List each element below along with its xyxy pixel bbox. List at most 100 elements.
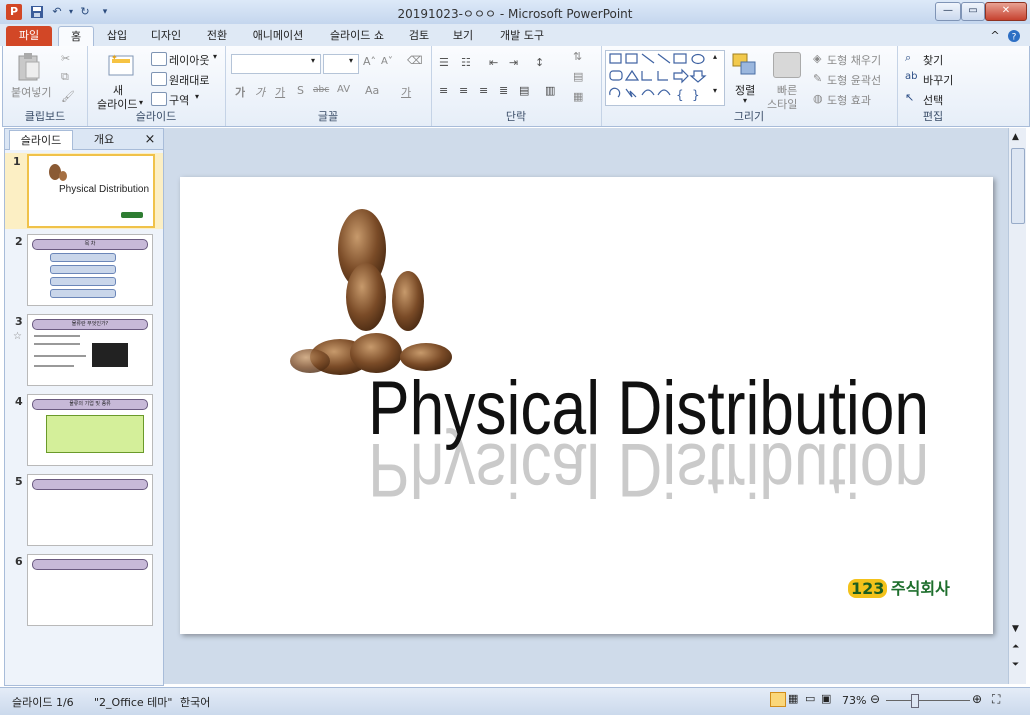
tab-home[interactable]: 홈 — [58, 26, 94, 47]
quick-styles-icon[interactable] — [773, 52, 801, 78]
slide-sorter-icon[interactable]: ▦ — [788, 692, 798, 705]
shapes-gallery[interactable]: {} — [605, 50, 725, 106]
fit-to-window-icon[interactable]: ⛶ — [992, 692, 1000, 707]
decrease-indent-icon[interactable]: ⇤ — [489, 56, 498, 69]
maximize-button[interactable]: ▭ — [961, 2, 985, 21]
help-icon[interactable]: ? — [1006, 26, 1022, 46]
replace-icon[interactable]: ab — [905, 71, 917, 82]
scroll-down-icon[interactable]: ▼ — [1012, 624, 1019, 634]
shape-fill-button[interactable]: 도형 채우기 — [827, 52, 881, 68]
columns-icon[interactable]: ▥ — [545, 84, 555, 97]
layout-button[interactable]: 레이아웃 — [169, 52, 209, 68]
arrange-dropdown-icon[interactable]: ▾ — [743, 96, 747, 105]
shape-outline-button[interactable]: 도형 윤곽선 — [827, 72, 881, 88]
clear-format-icon[interactable]: ⌫ — [407, 54, 423, 67]
shapes-scroll-up-icon[interactable]: ▴ — [713, 52, 717, 61]
zoom-out-icon[interactable]: ⊖ — [870, 692, 880, 706]
text-direction-icon[interactable]: ⇅ — [573, 50, 582, 63]
tab-slideshow[interactable]: 슬라이드 쇼 — [322, 26, 392, 46]
replace-button[interactable]: 바꾸기 — [923, 72, 953, 88]
new-slide-dropdown-icon[interactable]: ▾ — [139, 98, 143, 107]
format-painter-icon[interactable]: 🖌 — [61, 90, 75, 103]
tab-insert[interactable]: 삽입 — [100, 26, 134, 46]
new-slide-icon[interactable]: ✦ — [107, 52, 135, 81]
reading-view-icon[interactable]: ▭ — [805, 692, 815, 705]
slide-thumbnail-1[interactable]: Physical Distribution — [27, 154, 155, 228]
scroll-up-icon[interactable]: ▲ — [1012, 132, 1019, 142]
tab-view[interactable]: 보기 — [448, 26, 478, 46]
shrink-font-icon[interactable]: A˅ — [381, 56, 393, 67]
language-indicator[interactable]: 한국어 — [180, 694, 210, 710]
tab-slides-pane[interactable]: 슬라이드 — [9, 130, 73, 150]
next-slide-icon[interactable]: ⏷ — [1012, 660, 1019, 670]
select-button[interactable]: 선택 — [923, 92, 943, 108]
shape-outline-icon[interactable]: ✎ — [813, 72, 822, 85]
slide-thumbnail-4[interactable]: 물류의 기업 및 종류 — [27, 394, 153, 466]
slide-canvas[interactable]: Physical Distribution Physical Distribut… — [180, 177, 993, 634]
ribbon-collapse-icon[interactable]: ^ — [988, 26, 1002, 46]
slide-thumbnail-2[interactable]: 목 차 — [27, 234, 153, 306]
coffee-beans-image[interactable] — [280, 197, 480, 377]
vertical-scrollbar[interactable]: ▲ ▼ ⏶ ⏷ — [1008, 128, 1026, 684]
zoom-slider-thumb[interactable] — [911, 694, 919, 708]
distributed-icon[interactable]: ▤ — [519, 84, 529, 97]
zoom-slider-track[interactable] — [886, 700, 970, 701]
tab-design[interactable]: 디자인 — [146, 26, 186, 46]
close-pane-icon[interactable]: × — [143, 130, 157, 149]
slideshow-view-icon[interactable]: ▣ — [821, 692, 831, 705]
font-color-button[interactable]: 가 — [401, 84, 411, 100]
grow-font-icon[interactable]: A˄ — [363, 55, 376, 68]
shape-fill-icon[interactable]: ◈ — [813, 52, 821, 65]
bullets-icon[interactable]: ☰ — [439, 56, 449, 69]
paste-icon[interactable] — [17, 52, 41, 85]
tab-animations[interactable]: 애니메이션 — [246, 26, 310, 46]
bold-button[interactable]: 가 — [235, 84, 245, 100]
tab-file[interactable]: 파일 — [6, 26, 52, 46]
italic-button[interactable]: 가 — [255, 84, 265, 100]
cut-icon[interactable]: ✂ — [61, 52, 70, 65]
section-icon[interactable] — [151, 92, 167, 106]
find-button[interactable]: 찾기 — [923, 52, 943, 68]
numbering-icon[interactable]: ☷ — [461, 56, 471, 69]
slide-thumbnail-5[interactable] — [27, 474, 153, 546]
layout-dropdown-icon[interactable]: ▾ — [213, 52, 217, 61]
shape-effects-button[interactable]: 도형 효과 — [827, 92, 871, 108]
font-size-field[interactable] — [323, 54, 359, 74]
line-spacing-icon[interactable]: ↕ — [535, 56, 544, 69]
align-right-icon[interactable]: ≡ — [479, 84, 488, 97]
font-name-field[interactable] — [231, 54, 321, 74]
smartart-icon[interactable]: ▦ — [573, 90, 583, 103]
select-icon[interactable]: ↖ — [905, 91, 914, 104]
close-button[interactable]: ✕ — [985, 2, 1027, 21]
align-center-icon[interactable]: ≡ — [459, 84, 468, 97]
align-left-icon[interactable]: ≡ — [439, 84, 448, 97]
zoom-in-icon[interactable]: ⊕ — [972, 692, 982, 706]
align-text-icon[interactable]: ▤ — [573, 70, 583, 83]
underline-button[interactable]: 가 — [275, 84, 285, 100]
find-icon[interactable]: ⌕ — [905, 51, 911, 65]
slide-thumbnail-6[interactable] — [27, 554, 153, 626]
tab-outline-pane[interactable]: 개요 — [77, 130, 131, 149]
strikethrough-button[interactable]: abc — [313, 85, 329, 95]
font-name-dropdown-icon[interactable]: ▾ — [311, 56, 315, 65]
shadow-button[interactable]: S — [297, 84, 304, 97]
scroll-thumb[interactable] — [1011, 148, 1025, 224]
tab-review[interactable]: 검토 — [404, 26, 434, 46]
font-size-dropdown-icon[interactable]: ▾ — [349, 56, 353, 65]
reset-button[interactable]: 원래대로 — [169, 72, 209, 88]
increase-indent-icon[interactable]: ⇥ — [509, 56, 518, 69]
reset-icon[interactable] — [151, 72, 167, 86]
shapes-more-icon[interactable]: ▾ — [713, 86, 717, 95]
justify-icon[interactable]: ≣ — [499, 84, 508, 97]
shape-effects-icon[interactable]: ◍ — [813, 92, 823, 105]
section-dropdown-icon[interactable]: ▾ — [195, 92, 199, 101]
paste-button[interactable]: 붙여넣기 — [11, 84, 51, 100]
layout-icon[interactable] — [151, 52, 167, 66]
copy-icon[interactable]: ⧉ — [61, 70, 69, 84]
normal-view-icon[interactable] — [770, 692, 786, 707]
tab-transitions[interactable]: 전환 — [200, 26, 234, 46]
section-button[interactable]: 구역 — [169, 92, 189, 108]
tab-developer[interactable]: 개발 도구 — [492, 26, 552, 46]
char-spacing-button[interactable]: AV — [337, 84, 350, 95]
zoom-level[interactable]: 73% — [842, 694, 866, 707]
